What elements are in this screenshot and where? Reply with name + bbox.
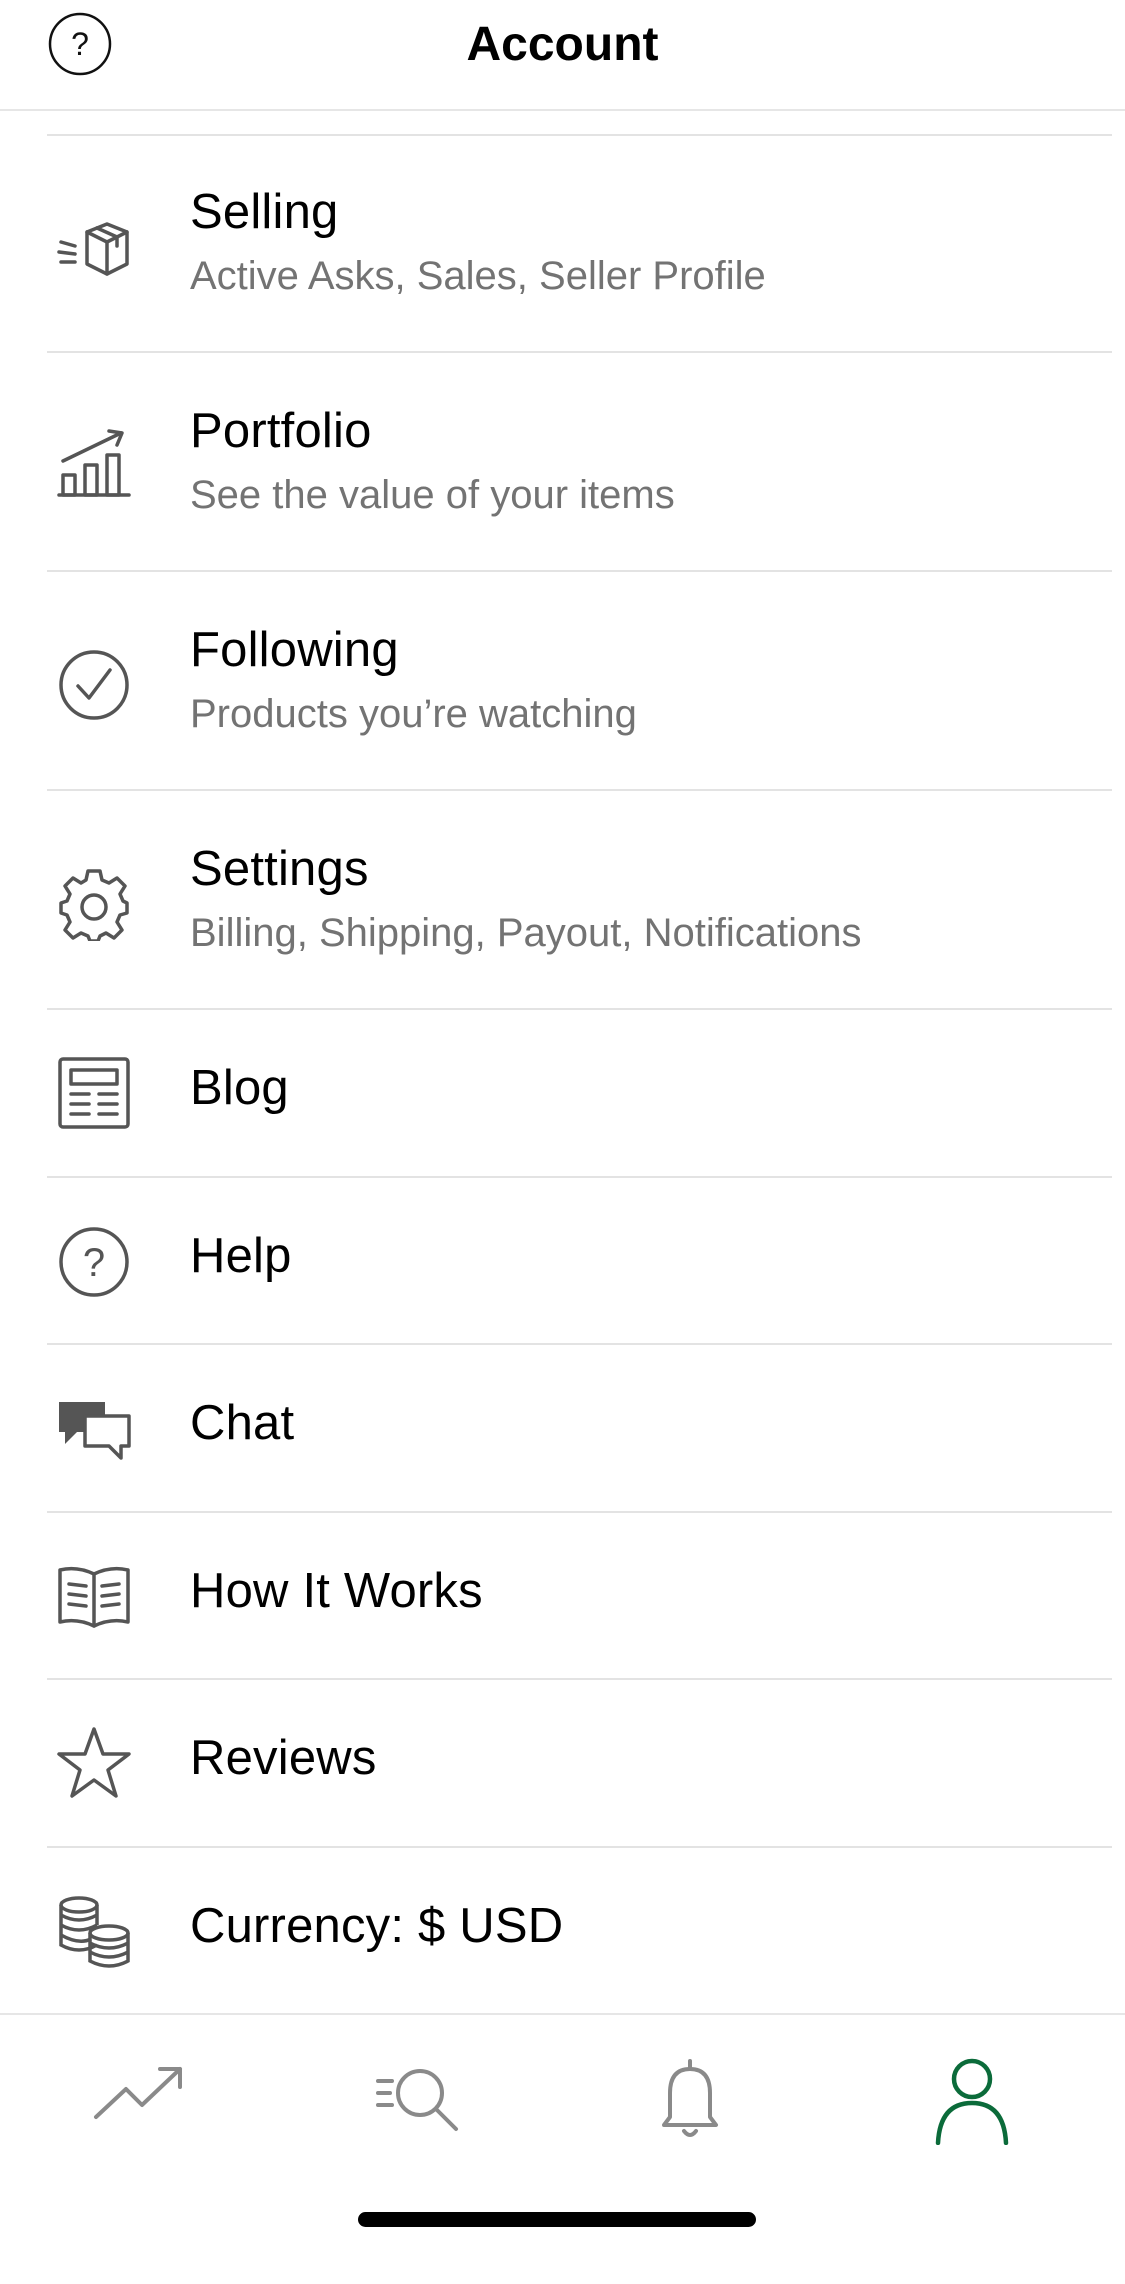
tab-bar — [0, 2013, 1125, 2284]
menu-item-portfolio[interactable]: Portfolio See the value of your items — [47, 353, 1112, 572]
question-circle-icon: ? — [57, 1225, 131, 1299]
menu-item-selling[interactable]: Selling Active Asks, Sales, Seller Profi… — [47, 134, 1112, 353]
menu-item-subtitle: Products you’re watching — [190, 692, 637, 736]
menu-item-title: How It Works — [190, 1564, 483, 1618]
header: ? Account — [0, 0, 1125, 111]
coins-icon — [57, 1895, 131, 1969]
check-circle-icon — [57, 648, 131, 722]
menu-item-currency[interactable]: Currency: $ USD — [47, 1848, 1112, 2015]
menu-item-reviews[interactable]: Reviews — [47, 1680, 1112, 1848]
tab-notifications[interactable] — [640, 2055, 740, 2145]
menu-item-title: Portfolio — [190, 404, 372, 458]
menu-item-blog[interactable]: Blog — [47, 1010, 1112, 1178]
home-indicator[interactable] — [358, 2212, 756, 2227]
menu-item-title: Blog — [190, 1061, 289, 1115]
menu-item-following[interactable]: Following Products you’re watching — [47, 572, 1112, 791]
person-icon — [935, 2058, 1009, 2145]
menu-item-title: Selling — [190, 185, 339, 239]
gear-icon — [57, 867, 131, 941]
menu-item-help[interactable]: ? Help — [47, 1178, 1112, 1345]
star-icon — [57, 1726, 131, 1800]
svg-text:?: ? — [83, 1241, 105, 1285]
search-icon — [376, 2069, 458, 2131]
menu-item-title: Settings — [190, 842, 369, 896]
menu-item-title: Help — [190, 1229, 292, 1283]
menu-item-how-it-works[interactable]: How It Works — [47, 1513, 1112, 1680]
menu-item-settings[interactable]: Settings Billing, Shipping, Payout, Noti… — [47, 791, 1112, 1010]
tab-trending[interactable] — [90, 2055, 190, 2145]
menu-item-title: Currency: $ USD — [190, 1899, 564, 1953]
menu-item-title: Reviews — [190, 1731, 377, 1785]
menu-item-title: Following — [190, 623, 399, 677]
trending-up-icon — [94, 2067, 182, 2119]
tab-account[interactable] — [922, 2055, 1022, 2145]
menu-item-chat[interactable]: Chat — [47, 1345, 1112, 1513]
tab-search[interactable] — [370, 2055, 470, 2145]
open-book-icon — [57, 1560, 131, 1634]
box-icon — [57, 212, 131, 286]
menu-item-title: Chat — [190, 1396, 295, 1450]
page-title: Account — [466, 18, 659, 71]
chat-bubbles-icon — [57, 1392, 131, 1466]
menu-item-subtitle: Active Asks, Sales, Seller Profile — [190, 254, 766, 298]
newspaper-icon — [57, 1056, 131, 1130]
menu-item-subtitle: Billing, Shipping, Payout, Notifications — [190, 911, 862, 955]
chart-bars-icon — [57, 425, 131, 499]
bell-icon — [662, 2059, 718, 2137]
menu-item-subtitle: See the value of your items — [190, 473, 675, 517]
